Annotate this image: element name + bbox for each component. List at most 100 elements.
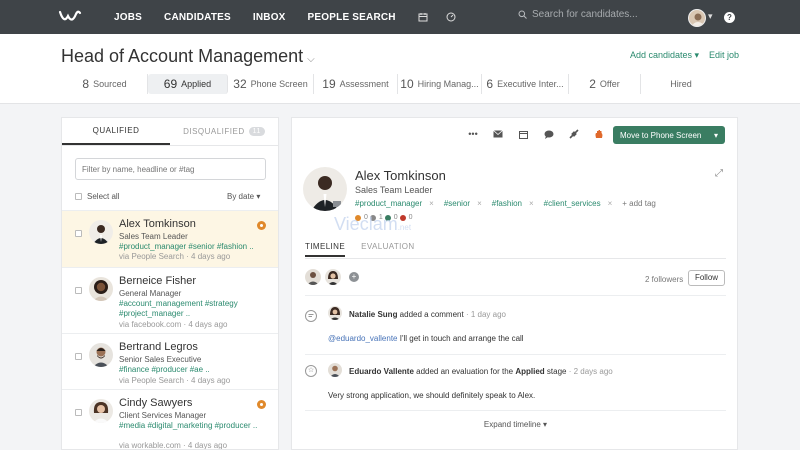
- follow-button[interactable]: Follow: [688, 270, 725, 286]
- chevron-down-icon: ⌵: [307, 54, 315, 65]
- comment-icon: [305, 310, 317, 322]
- candidate-checkbox[interactable]: [75, 230, 82, 237]
- add-candidates-button[interactable]: Add candidates ▾: [630, 50, 699, 61]
- tab-timeline[interactable]: TIMELINE: [305, 242, 346, 257]
- tab-qualified[interactable]: QUALIFIED: [62, 118, 170, 145]
- profile-role: Sales Team Leader: [355, 185, 433, 195]
- edit-job-link[interactable]: Edit job: [709, 50, 739, 60]
- candidate-role: Senior Sales Executive: [119, 355, 202, 364]
- select-all-checkbox[interactable]: [75, 193, 82, 200]
- user-avatar[interactable]: [688, 9, 706, 27]
- filter-input[interactable]: [75, 158, 266, 180]
- nav-inbox[interactable]: INBOX: [253, 12, 286, 23]
- candidate-name: Cindy Sawyers: [119, 397, 193, 409]
- add-tag-link[interactable]: + add tag: [622, 199, 656, 208]
- calendar-icon[interactable]: [418, 12, 428, 22]
- chevron-down-icon[interactable]: ▾: [708, 11, 713, 22]
- stage-sourced[interactable]: 8 Sourced: [62, 74, 148, 94]
- remove-tag-icon[interactable]: ×: [529, 199, 534, 208]
- help-icon[interactable]: ?: [724, 12, 735, 23]
- candidate-row[interactable]: Cindy Sawyers Client Services Manager #m…: [62, 389, 278, 450]
- profile-name: Alex Tomkinson: [355, 168, 446, 183]
- stage-hired[interactable]: Hired: [641, 74, 717, 94]
- candidate-source: via People Search · 4 days ago: [119, 252, 231, 261]
- chevron-down-icon[interactable]: ▾: [714, 131, 718, 140]
- candidate-row[interactable]: Alex Tomkinson Sales Team Leader #produc…: [62, 210, 278, 267]
- stage-assessment[interactable]: 19 Assessment: [314, 74, 398, 94]
- add-follower-icon[interactable]: +: [349, 272, 359, 282]
- move-to-phone-screen-button[interactable]: Move to Phone Screen ▾: [613, 126, 725, 144]
- qualification-tabs: QUALIFIED DISQUALIFIED 11: [62, 118, 278, 146]
- candidate-list-panel: QUALIFIED DISQUALIFIED11 Select all By d…: [61, 117, 279, 450]
- candidate-profile-panel: ••• Move to Phone Screen ▾ Alex Tomkinso…: [291, 117, 738, 450]
- candidate-source: via facebook.com · 4 days ago: [119, 320, 228, 329]
- stage-offer[interactable]: 2 Offer: [569, 74, 641, 94]
- candidate-row[interactable]: Berneice Fisher General Manager #account…: [62, 267, 278, 333]
- nav-people-search[interactable]: PEOPLE SEARCH: [308, 12, 396, 23]
- profile-tabs: TIMELINE EVALUATION: [305, 242, 431, 257]
- activity-header: Eduardo Vallente added an evaluation for…: [349, 367, 613, 376]
- top-nav: JOBS CANDIDATES INBOX PEOPLE SEARCH ▾ ?: [0, 0, 800, 34]
- tab-evaluation[interactable]: EVALUATION: [361, 242, 415, 257]
- stage-applied[interactable]: 69 Applied: [148, 74, 228, 94]
- candidate-name: Alex Tomkinson: [119, 218, 196, 230]
- share-icon[interactable]: [569, 129, 579, 139]
- expand-icon[interactable]: ⤢: [715, 168, 723, 179]
- tag[interactable]: #product_manager ×: [355, 199, 439, 208]
- comment-icon[interactable]: [544, 129, 554, 139]
- tag[interactable]: #fashion ×: [492, 199, 539, 208]
- tab-disqualified[interactable]: DISQUALIFIED 11: [170, 118, 278, 145]
- sort-dropdown[interactable]: By date ▾: [227, 192, 260, 201]
- candidate-source: via workable.com · 4 days ago: [119, 441, 228, 450]
- tag[interactable]: #senior ×: [444, 199, 487, 208]
- watermark: Vieclam.net: [334, 214, 412, 234]
- calendar-icon[interactable]: [518, 129, 528, 139]
- search-icon: [518, 10, 527, 19]
- mention-link[interactable]: @eduardo_vallente: [328, 334, 398, 343]
- candidate-list: Alex Tomkinson Sales Team Leader #produc…: [62, 210, 278, 450]
- star-icon: ☆: [305, 365, 317, 377]
- divider: [305, 354, 726, 355]
- candidate-role: Sales Team Leader: [119, 232, 188, 241]
- disqualify-hand-icon[interactable]: [594, 129, 604, 139]
- candidate-role: Client Services Manager: [119, 411, 207, 420]
- stage-phone-screen[interactable]: 32 Phone Screen: [228, 74, 314, 94]
- global-search[interactable]: [518, 9, 672, 20]
- avatar: [89, 343, 113, 367]
- candidate-row[interactable]: Bertrand Legros Senior Sales Executive #…: [62, 333, 278, 389]
- candidate-tags: #account_management #strategy #project_m…: [119, 299, 238, 318]
- candidate-checkbox[interactable]: [75, 353, 82, 360]
- workable-logo-icon[interactable]: [58, 7, 86, 27]
- candidate-source: via People Search · 4 days ago: [119, 376, 231, 385]
- remove-tag-icon[interactable]: ×: [429, 199, 434, 208]
- email-icon[interactable]: [493, 129, 503, 139]
- job-title[interactable]: Head of Account Management ⌵: [61, 46, 315, 67]
- candidate-name: Berneice Fisher: [119, 275, 197, 287]
- divider: [305, 258, 726, 259]
- select-all[interactable]: Select all: [75, 192, 119, 201]
- search-input[interactable]: [532, 9, 672, 20]
- disqualified-count-badge: 11: [248, 127, 265, 136]
- activity-body: Very strong application, we should defin…: [328, 391, 536, 400]
- more-icon[interactable]: •••: [468, 129, 478, 139]
- divider: [305, 295, 726, 296]
- expand-timeline-link[interactable]: Expand timeline ▾: [292, 420, 737, 429]
- dashboard-icon[interactable]: [446, 12, 456, 22]
- job-header: Head of Account Management ⌵ Add candidat…: [0, 34, 800, 104]
- remove-tag-icon[interactable]: ×: [608, 199, 613, 208]
- nav-jobs[interactable]: JOBS: [114, 12, 142, 23]
- stage-executive-interview[interactable]: 6 Executive Inter...: [482, 74, 569, 94]
- avatar: [89, 220, 113, 244]
- candidate-checkbox[interactable]: [75, 287, 82, 294]
- candidate-checkbox[interactable]: [75, 409, 82, 416]
- avatar: [328, 363, 342, 377]
- remove-tag-icon[interactable]: ×: [477, 199, 482, 208]
- stage-hiring-manager[interactable]: 10 Hiring Manag...: [398, 74, 482, 94]
- nav-candidates[interactable]: CANDIDATES: [164, 12, 231, 23]
- nav-links: JOBS CANDIDATES INBOX PEOPLE SEARCH: [114, 12, 418, 23]
- followers-count: 2 followers: [645, 275, 684, 284]
- profile-toolbar: ••• Move to Phone Screen ▾: [292, 118, 737, 150]
- candidate-role: General Manager: [119, 289, 182, 298]
- candidate-tags: #media #digital_marketing #producer ..: [119, 421, 258, 430]
- tag[interactable]: #client_services ×: [544, 199, 618, 208]
